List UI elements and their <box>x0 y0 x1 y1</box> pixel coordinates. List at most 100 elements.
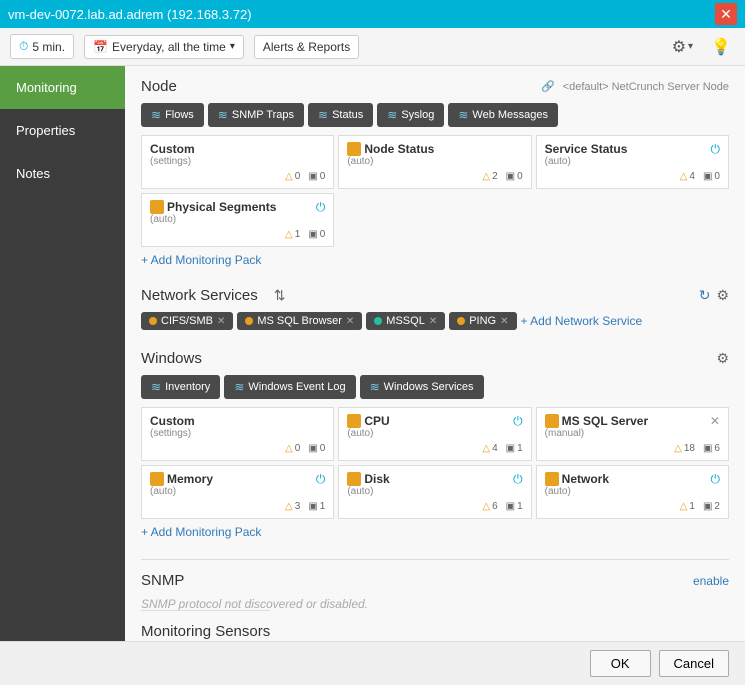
tab-inventory[interactable]: ≋Inventory <box>141 375 220 399</box>
tag-cifs-smb[interactable]: CIFS/SMB ✕ <box>141 312 233 330</box>
card-physical-header: Physical Segments <box>150 200 325 214</box>
disk-icon <box>347 472 361 486</box>
card-custom-stats: △0 ▣0 <box>285 171 325 182</box>
square-icon: ▣ <box>308 501 317 512</box>
windows-add-monitoring-pack[interactable]: + Add Monitoring Pack <box>141 525 729 539</box>
card-node-status-header: Node Status <box>347 142 522 156</box>
schedule-control[interactable]: 📅 Everyday, all the time ▾ <box>84 35 244 59</box>
card-disk[interactable]: ⏻ Disk (auto) △6 ▣1 <box>338 465 531 519</box>
wave-icon-flows: ≋ <box>151 108 161 122</box>
card-custom-win[interactable]: Custom (settings) △0 ▣0 <box>141 407 334 461</box>
card-node-status[interactable]: Node Status (auto) △2 ▣0 <box>338 135 531 189</box>
bell-icon: △ <box>285 443 293 454</box>
tab-syslog[interactable]: ≋Syslog <box>377 103 444 127</box>
card-custom-sub: (settings) <box>150 156 325 167</box>
card-ms-sql-server[interactable]: ✕ MS SQL Server (manual) △18 ▣6 <box>536 407 729 461</box>
close-button[interactable]: ✕ <box>715 3 737 25</box>
card-mssql-sub: (manual) <box>545 428 720 439</box>
power-icon-cpu[interactable]: ⏻ <box>513 414 523 429</box>
sidebar-item-properties[interactable]: Properties <box>0 109 125 152</box>
wave-icon-webmsgs: ≋ <box>458 108 468 122</box>
card-cpu-title: CPU <box>364 414 389 428</box>
tab-windows-event-log[interactable]: ≋Windows Event Log <box>224 375 355 399</box>
windows-section-actions: ⚙ <box>716 350 729 367</box>
tag-close-ping[interactable]: ✕ <box>500 316 508 327</box>
card-cpu[interactable]: ⏻ CPU (auto) △4 ▣1 <box>338 407 531 461</box>
square-icon: ▣ <box>703 443 712 454</box>
card-network-sub: (auto) <box>545 486 720 497</box>
card-disk-sub: (auto) <box>347 486 522 497</box>
tab-status[interactable]: ≋Status <box>308 103 373 127</box>
wave-icon-winservices: ≋ <box>370 380 380 394</box>
bell-icon: △ <box>285 501 293 512</box>
card-service-status[interactable]: ⏻ Service Status (auto) △4 ▣0 <box>536 135 729 189</box>
cancel-button[interactable]: Cancel <box>659 650 729 677</box>
windows-section: Windows ⚙ ≋Inventory ≋Windows Event Log … <box>141 350 729 539</box>
node-add-monitoring-pack[interactable]: + Add Monitoring Pack <box>141 253 729 267</box>
card-mssql-stats: △18 ▣6 <box>674 443 720 454</box>
power-icon-network[interactable]: ⏻ <box>710 472 720 487</box>
network-services-header: Network Services ⇅ ↻ ⚙ <box>141 287 729 304</box>
stat-square: ▣0 <box>308 229 325 240</box>
tag-close-mssqlbrowser[interactable]: ✕ <box>346 316 354 327</box>
windows-cards-grid: Custom (settings) △0 ▣0 ⏻ CPU (auto) <box>141 407 729 519</box>
power-icon-memory[interactable]: ⏻ <box>316 472 326 487</box>
settings-button[interactable]: ⚙ ▾ <box>668 33 697 61</box>
card-memory[interactable]: ⏻ Memory (auto) △3 ▣1 <box>141 465 334 519</box>
tab-windows-services[interactable]: ≋Windows Services <box>360 375 484 399</box>
window-title: vm-dev-0072.lab.ad.adrem (192.168.3.72) <box>8 7 252 22</box>
sidebar-item-notes[interactable]: Notes <box>0 152 125 195</box>
ok-button[interactable]: OK <box>590 650 651 677</box>
stat-square: ▣0 <box>308 171 325 182</box>
node-section-header: Node 🔗 <default> NetCrunch Server Node <box>141 78 729 95</box>
wave-icon-snmptraps: ≋ <box>218 108 228 122</box>
tag-close-mssql[interactable]: ✕ <box>429 316 437 327</box>
node-section: Node 🔗 <default> NetCrunch Server Node ≋… <box>141 78 729 267</box>
tag-dot-ping <box>457 317 465 325</box>
card-custom[interactable]: Custom (settings) △0 ▣0 <box>141 135 334 189</box>
tag-ms-sql-browser[interactable]: MS SQL Browser ✕ <box>237 312 362 330</box>
tab-snmp-traps[interactable]: ≋SNMP Traps <box>208 103 304 127</box>
alerts-reports-button[interactable]: Alerts & Reports <box>254 35 359 59</box>
card-node-status-stats: △2 ▣0 <box>482 171 522 182</box>
power-icon-service-status[interactable]: ⏻ <box>710 142 720 157</box>
lightbulb-button[interactable]: 💡 <box>707 33 735 61</box>
network-services-title: Network Services <box>141 287 258 304</box>
wave-icon-status: ≋ <box>318 108 328 122</box>
interval-control[interactable]: ⏱ 5 min. <box>10 34 74 59</box>
monitoring-sensors-section: Monitoring Sensors <box>141 623 729 640</box>
power-icon-disk[interactable]: ⏻ <box>513 472 523 487</box>
stat-bell: △2 <box>482 171 497 182</box>
physical-icon <box>150 200 164 214</box>
card-memory-header: Memory <box>150 472 325 486</box>
square-icon: ▣ <box>703 171 712 182</box>
card-physical-segments[interactable]: ⏻ Physical Segments (auto) △1 ▣0 <box>141 193 334 247</box>
sidebar-item-monitoring[interactable]: Monitoring <box>0 66 125 109</box>
tag-close-cifs[interactable]: ✕ <box>217 316 225 327</box>
snmp-enable-button[interactable]: enable <box>693 574 729 588</box>
power-icon-physical[interactable]: ⏻ <box>316 200 326 215</box>
memory-icon <box>150 472 164 486</box>
gear-icon-windows[interactable]: ⚙ <box>716 350 729 367</box>
card-network[interactable]: ⏻ Network (auto) △1 ▣2 <box>536 465 729 519</box>
tag-dot-mssql <box>374 317 382 325</box>
card-mssql-title: MS SQL Server <box>562 414 648 428</box>
tag-ping[interactable]: PING ✕ <box>449 312 516 330</box>
refresh-icon[interactable]: ↻ <box>699 287 711 304</box>
tag-mssql[interactable]: MSSQL ✕ <box>366 312 445 330</box>
main-layout: Monitoring Properties Notes Node 🔗 <defa… <box>0 66 745 641</box>
card-memory-title: Memory <box>167 472 213 486</box>
tab-web-messages[interactable]: ≋Web Messages <box>448 103 558 127</box>
gear-icon-network[interactable]: ⚙ <box>716 287 729 304</box>
windows-title: Windows <box>141 350 202 367</box>
bell-icon: △ <box>285 171 293 182</box>
network-services-section: Network Services ⇅ ↻ ⚙ CIFS/SMB ✕ MS SQL… <box>141 287 729 330</box>
node-title: Node <box>141 78 177 95</box>
add-network-service[interactable]: + Add Network Service <box>521 314 643 328</box>
tab-flows[interactable]: ≋Flows <box>141 103 204 127</box>
card-node-status-sub: (auto) <box>347 156 522 167</box>
square-icon: ▣ <box>308 229 317 240</box>
close-icon-mssql[interactable]: ✕ <box>710 414 720 428</box>
card-network-title: Network <box>562 472 609 486</box>
card-memory-sub: (auto) <box>150 486 325 497</box>
